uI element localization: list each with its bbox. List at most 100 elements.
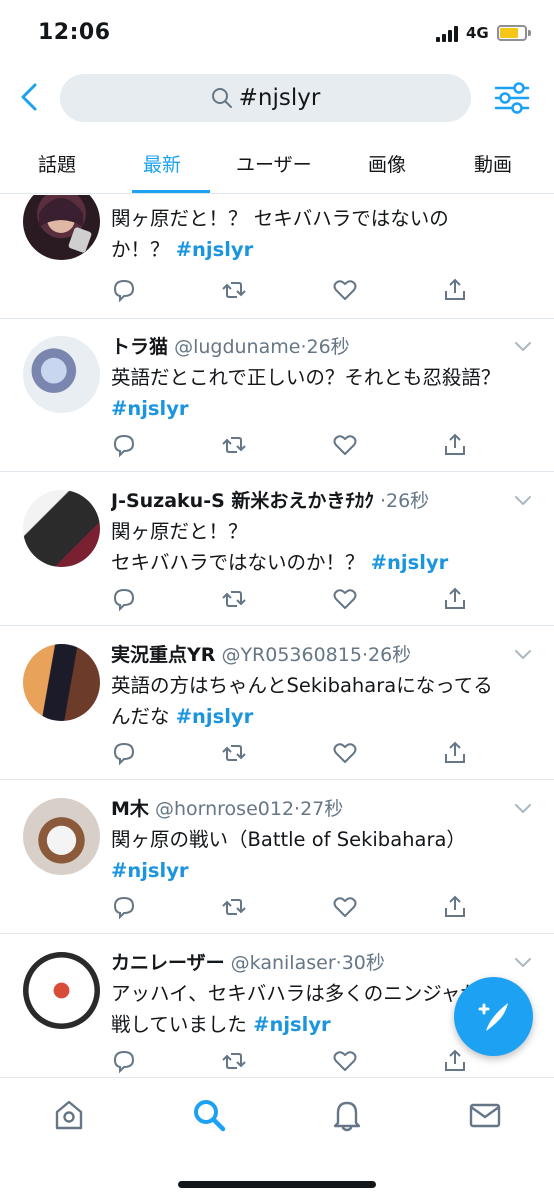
share-icon[interactable] <box>442 432 468 458</box>
filter-settings-icon[interactable] <box>492 80 532 116</box>
tweet[interactable]: 関ヶ原だと！？ セキバハラではないの か！？ #njslyr <box>0 195 554 319</box>
handle: @hornrose012 <box>154 798 295 820</box>
retweet-icon[interactable] <box>221 432 247 458</box>
tweet-header: M木 @hornrose012·27秒 <box>111 794 531 820</box>
share-icon[interactable] <box>442 586 468 612</box>
avatar[interactable] <box>23 195 100 260</box>
tab-people[interactable]: ユーザー <box>236 150 312 177</box>
search-query: #njslyr <box>238 85 321 111</box>
battery-cap <box>528 30 531 36</box>
reply-icon[interactable] <box>111 586 137 612</box>
display-name[interactable]: カニレーザー <box>111 952 225 974</box>
retweet-icon[interactable] <box>221 740 247 766</box>
share-icon[interactable] <box>442 740 468 766</box>
tab-latest[interactable]: 最新 <box>143 150 181 177</box>
avatar[interactable] <box>23 644 100 721</box>
retweet-icon[interactable] <box>221 1048 247 1074</box>
notifications-bell-icon[interactable] <box>330 1098 364 1132</box>
like-heart-icon[interactable] <box>332 432 358 458</box>
tweet-actions <box>111 432 471 460</box>
network-label: 4G <box>466 24 489 42</box>
home-icon[interactable] <box>52 1098 86 1132</box>
compose-feather-icon <box>478 1002 508 1031</box>
compose-tweet-button[interactable] <box>454 977 533 1056</box>
messages-mail-icon[interactable] <box>468 1098 502 1132</box>
handle: @YR05360815 <box>221 644 362 666</box>
search-input[interactable]: #njslyr <box>60 74 471 122</box>
tweet-header: 実況重点YR @YR05360815·26秒 <box>111 640 531 666</box>
reply-icon[interactable] <box>111 1048 137 1074</box>
timestamp: 26秒 <box>386 490 430 512</box>
reply-icon[interactable] <box>111 894 137 920</box>
tweet-text: 関ヶ原だと！？ セキバハラではないの か！？ #njslyr <box>111 203 531 265</box>
reply-icon[interactable] <box>111 277 137 303</box>
retweet-icon[interactable] <box>221 586 247 612</box>
chevron-down-icon[interactable] <box>513 956 533 970</box>
timestamp: 26秒 <box>306 336 350 358</box>
avatar[interactable] <box>23 798 100 875</box>
tweet-header: トラ猫 @lugduname·26秒 <box>111 332 531 358</box>
display-name[interactable]: 実況重点YR <box>111 644 215 666</box>
timestamp: 26秒 <box>368 644 412 666</box>
tab-videos[interactable]: 動画 <box>474 150 512 177</box>
reply-icon[interactable] <box>111 432 137 458</box>
chevron-down-icon[interactable] <box>513 802 533 816</box>
chevron-down-icon[interactable] <box>513 648 533 662</box>
hashtag-link[interactable]: #njslyr <box>176 238 254 261</box>
like-heart-icon[interactable] <box>332 740 358 766</box>
tweet[interactable]: 実況重点YR @YR05360815·26秒英語の方はちゃんとSekibahar… <box>0 626 554 780</box>
like-heart-icon[interactable] <box>332 277 358 303</box>
tab-top[interactable]: 話題 <box>38 150 76 177</box>
home-indicator <box>178 1181 376 1188</box>
like-heart-icon[interactable] <box>332 1048 358 1074</box>
battery-icon <box>497 25 527 41</box>
avatar[interactable] <box>23 952 100 1029</box>
back-button[interactable] <box>14 80 44 114</box>
retweet-icon[interactable] <box>221 277 247 303</box>
tweet[interactable]: トラ猫 @lugduname·26秒 英語だとこれで正しいの？それとも忍殺語？ #n… <box>0 318 554 472</box>
tweet-line: んだな <box>111 705 176 728</box>
tweet-text: 英語だとこれで正しいの？それとも忍殺語？ #njslyr <box>111 362 531 424</box>
tweet-actions <box>111 894 471 922</box>
share-icon[interactable] <box>442 1048 468 1074</box>
tweet-line: セキバハラではないのか！？ <box>111 551 371 574</box>
tweet-line: 英語だとこれで正しいの？それとも忍殺語？ <box>111 366 501 389</box>
hashtag-link[interactable]: #njslyr <box>371 551 449 574</box>
display-name[interactable]: トラ猫 <box>111 336 168 358</box>
status-bar: 12:06 4G <box>0 0 554 66</box>
tweet-header <box>111 195 531 199</box>
tweet[interactable]: M木 @hornrose012·27秒関ヶ原の戦い（Battle of Seki… <box>0 780 554 934</box>
chevron-down-icon[interactable] <box>513 340 533 354</box>
search-tab-icon[interactable] <box>192 1098 226 1132</box>
chevron-left-icon <box>21 83 37 111</box>
reply-icon[interactable] <box>111 740 137 766</box>
hashtag-link[interactable]: #njslyr <box>253 1013 331 1036</box>
timeline[interactable]: 関ヶ原だと！？ セキバハラではないの か！？ #njslyr トラ猫 @lugd… <box>0 195 554 1077</box>
chevron-down-icon[interactable] <box>513 494 533 508</box>
tweet-line: 関ヶ原だと！？ セキバハラではないの <box>111 207 449 230</box>
like-heart-icon[interactable] <box>332 586 358 612</box>
tweet[interactable]: J-Suzaku-S 新米おえかきﾁｶｸ ·26秒 関ヶ原だと！？ セキバハラではな… <box>0 472 554 626</box>
tweet-text: 関ヶ原の戦い（Battle of Sekibahara） #njslyr <box>111 824 531 886</box>
tweet-line: か！？ <box>111 238 176 261</box>
display-name[interactable]: J-Suzaku-S 新米おえかきﾁｶｸ <box>111 490 374 512</box>
share-icon[interactable] <box>442 277 468 303</box>
handle: @lugduname <box>174 336 301 358</box>
tweet-text: 英語の方はちゃんとSekibaharaになってる んだな #njslyr <box>111 670 531 732</box>
search-header: #njslyr <box>0 66 554 130</box>
signal-icon <box>436 26 458 42</box>
display-name[interactable]: M木 <box>111 798 149 820</box>
retweet-icon[interactable] <box>221 894 247 920</box>
share-icon[interactable] <box>442 894 468 920</box>
tab-active-indicator <box>132 190 210 193</box>
status-time: 12:06 <box>38 20 111 45</box>
avatar[interactable] <box>23 490 100 567</box>
tweet-actions <box>111 740 471 768</box>
like-heart-icon[interactable] <box>332 894 358 920</box>
tab-photos[interactable]: 画像 <box>368 150 406 177</box>
hashtag-link[interactable]: #njslyr <box>176 705 254 728</box>
tweet-actions <box>111 586 471 614</box>
hashtag-link[interactable]: #njslyr <box>111 859 189 882</box>
hashtag-link[interactable]: #njslyr <box>111 397 189 420</box>
avatar[interactable] <box>23 336 100 413</box>
